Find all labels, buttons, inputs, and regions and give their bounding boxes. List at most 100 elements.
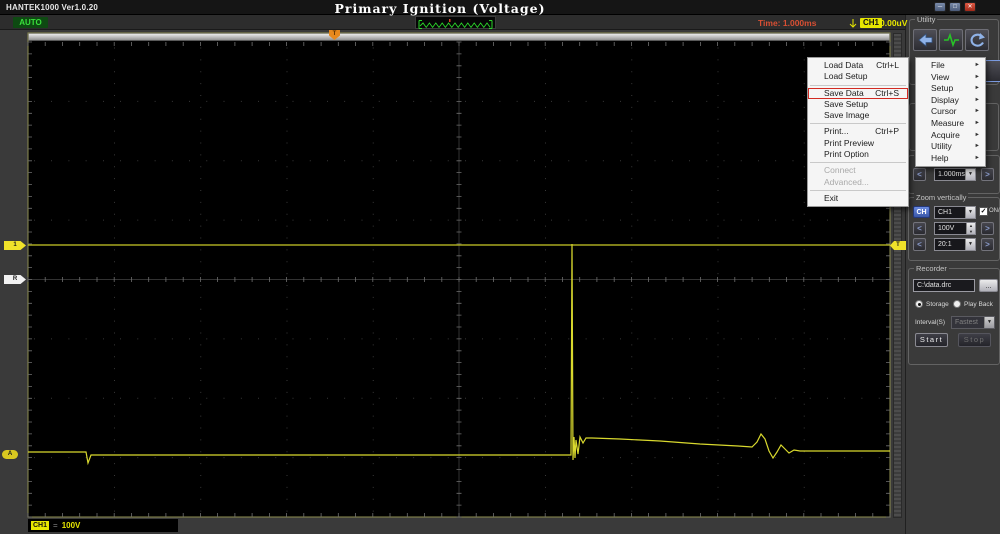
menu-item-print[interactable]: Print...Ctrl+P <box>808 126 908 137</box>
probe-increase-button[interactable]: > <box>981 238 994 251</box>
preview-trigger-marker <box>449 19 451 22</box>
menu-item-exit[interactable]: Exit <box>808 193 908 204</box>
menu-separator <box>810 162 906 163</box>
menu-item-load-setup[interactable]: Load Setup <box>808 71 908 82</box>
channel-badge: CH1 <box>860 18 882 28</box>
menu-item-label: Acquire <box>931 130 960 140</box>
menu-item-save-setup[interactable]: Save Setup <box>808 99 908 110</box>
menu-item-display[interactable]: Display ► <box>916 95 985 107</box>
equals-sign: = <box>53 521 58 530</box>
minimize-button[interactable]: ─ <box>934 2 946 12</box>
submenu-arrow-icon: ► <box>975 72 980 84</box>
playback-radio[interactable] <box>953 300 961 308</box>
recorder-group: Recorder C:\data.drc ... Storage Play Ba… <box>908 268 1000 365</box>
interval-label: Interval(S) <box>915 319 945 326</box>
channel-select-value: CH1 <box>938 209 952 216</box>
channel-button[interactable]: CH <box>913 206 930 218</box>
timebase-increase-button[interactable]: > <box>981 168 994 181</box>
start-button[interactable]: Start <box>915 333 948 347</box>
probe-select[interactable]: 20:1 ▼ <box>934 238 976 251</box>
menu-item-label: Connect <box>824 165 856 175</box>
channel-select[interactable]: CH1 ▼ <box>934 206 976 219</box>
waveform-canvas <box>0 30 905 534</box>
timebase-decrease-button[interactable]: < <box>913 168 926 181</box>
menu-item-label: Advanced... <box>824 177 869 187</box>
probe-decrease-button[interactable]: < <box>913 238 926 251</box>
menu-item-label: Save Setup <box>824 99 868 109</box>
pulse-icon <box>944 35 959 45</box>
submenu-arrow-icon: ► <box>975 83 980 95</box>
utility-group-title: Utility <box>915 15 937 24</box>
volts-spinner[interactable]: 100V ▲▼ <box>934 222 976 235</box>
menu-item-save-data[interactable]: Save DataCtrl+S <box>808 88 908 99</box>
chevron-down-icon[interactable]: ▼ <box>984 317 994 328</box>
undo-button[interactable] <box>965 29 989 51</box>
browse-button[interactable]: ... <box>979 279 998 292</box>
close-button[interactable]: ✕ <box>964 2 976 12</box>
menu-item-setup[interactable]: Setup ► <box>916 83 985 95</box>
menu-item-measure[interactable]: Measure► <box>916 118 985 130</box>
submenu-arrow-icon: ► <box>975 118 980 130</box>
menu-item-label: Utility <box>931 141 952 151</box>
timebase-readout: Time: 1.000ms <box>758 18 816 28</box>
menu-item-view[interactable]: View ► <box>916 72 985 84</box>
interval-select[interactable]: Fastest ▼ <box>951 316 995 329</box>
menu-shortcut: Ctrl+L <box>876 60 899 71</box>
menu-item-help[interactable]: Help► <box>916 153 985 165</box>
menu-item-label: View <box>931 72 949 82</box>
menu-item-advanced[interactable]: Advanced... <box>808 177 908 188</box>
file-menu: Load DataCtrl+L Load Setup Save DataCtrl… <box>807 57 909 207</box>
timebase-select[interactable]: 1.000ms ▼ <box>934 168 976 181</box>
menu-item-label: Help <box>931 153 948 163</box>
submenu-arrow-icon: ► <box>975 60 980 72</box>
menu-item-load-data[interactable]: Load Data Ctrl+L <box>808 60 908 71</box>
waveform-preview <box>415 16 496 29</box>
submenu-arrow-icon: ► <box>975 95 980 107</box>
submenu-arrow-icon: ► <box>975 106 980 118</box>
stop-button[interactable]: Stop <box>958 333 991 347</box>
ground-level-marker[interactable]: A <box>2 450 18 459</box>
interval-value: Fastest <box>955 319 978 326</box>
status-toolbar: AUTO Time: 1.000ms CH1 0.00uV <box>0 15 905 30</box>
menu-item-cursor[interactable]: Cursor► <box>916 106 985 118</box>
back-button[interactable] <box>913 29 937 51</box>
page-title: Primary Ignition (Voltage) <box>0 1 880 16</box>
menu-item-connect[interactable]: Connect <box>808 165 908 176</box>
record-path-field[interactable]: C:\data.drc <box>913 279 975 292</box>
spin-up-icon[interactable]: ▲ <box>969 223 973 228</box>
menu-item-label: Save Image <box>824 110 869 120</box>
menu-item-acquire[interactable]: Acquire► <box>916 130 985 142</box>
menu-item-print-option[interactable]: Print Option <box>808 149 908 160</box>
storage-radio[interactable] <box>915 300 923 308</box>
menu-item-label: Setup <box>931 83 953 93</box>
maximize-button[interactable]: □ <box>949 2 961 12</box>
menu-item-label: Exit <box>824 193 838 203</box>
menu-separator <box>810 190 906 191</box>
spin-down-icon[interactable]: ▼ <box>969 229 973 234</box>
menu-item-label: File <box>931 60 945 70</box>
menu-shortcut: Ctrl+P <box>875 126 899 137</box>
title-bar: HANTEK1000 Ver1.0.20 Primary Ignition (V… <box>0 0 1000 15</box>
autoset-button[interactable] <box>939 29 963 51</box>
timebase-value: 1.000ms <box>938 171 965 178</box>
trigger-slope-icon <box>849 17 857 35</box>
menu-item-utility[interactable]: Utility► <box>916 141 985 153</box>
volts-value: 100V <box>938 225 954 232</box>
volts-decrease-button[interactable]: < <box>913 222 926 235</box>
menu-item-label: Save Data <box>824 88 864 98</box>
trigger-level-readout: 0.00uV <box>880 18 907 28</box>
menu-item-label: Load Data <box>824 60 863 70</box>
menu-item-label: Display <box>931 95 959 105</box>
spinner-arrows[interactable]: ▲▼ <box>966 223 975 234</box>
menu-item-save-image[interactable]: Save Image <box>808 110 908 121</box>
waveform-preview-canvas <box>416 19 495 30</box>
channel-onoff-checkbox[interactable]: ✓ <box>979 207 988 216</box>
onoff-label: ON/OFF <box>989 208 1000 214</box>
chevron-down-icon[interactable]: ▼ <box>965 239 975 250</box>
volts-increase-button[interactable]: > <box>981 222 994 235</box>
menu-item-print-preview[interactable]: Print Preview <box>808 138 908 149</box>
chevron-down-icon[interactable]: ▼ <box>965 169 975 180</box>
menu-item-label: Print Preview <box>824 138 874 148</box>
chevron-down-icon[interactable]: ▼ <box>965 207 975 218</box>
menu-item-file[interactable]: File ► <box>916 60 985 72</box>
